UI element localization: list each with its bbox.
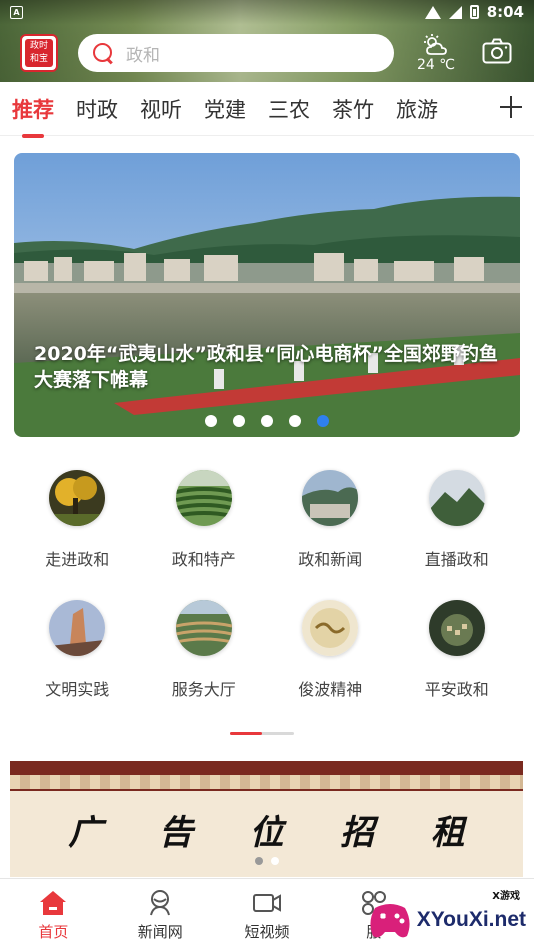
ad-char: 位 [249,813,284,853]
mountain-icon [428,470,485,526]
banner-title: 2020年“武夷山水”政和县“同心电商杯”全国郊野钓鱼大赛落下帷幕 [34,343,498,391]
wifi-icon [424,5,441,19]
ad-char: 广 [68,813,103,853]
watermark-text: XYouXi.net [416,908,526,931]
town-view-icon [302,470,359,526]
carousel-dot[interactable] [289,415,301,427]
grid-item-label: 政和新闻 [298,550,363,569]
grid-page-indicator [230,732,294,735]
nav-label: 新闻网 [137,923,183,941]
carousel-dot[interactable] [205,415,217,427]
video-icon [252,894,281,912]
signal-icon [448,5,462,19]
carousel-indicators [14,415,520,427]
ad-char: 招 [340,813,375,853]
app-header: 政时 和宝 政和 24 ℃ [0,24,534,82]
grid-item-label: 直播政和 [424,550,489,569]
tab-tourism[interactable]: 旅游 [396,94,438,124]
ad-dot-active[interactable] [254,857,263,865]
grid-item-label: 文明实践 [45,680,110,699]
camera-icon [482,38,512,64]
tab-politics[interactable]: 时政 [76,94,118,124]
grid-item-safe-zhenghe[interactable]: 平安政和 [394,600,521,700]
grid-item-civilization[interactable]: 文明实践 [14,600,141,700]
grid-item-label: 平安政和 [424,680,489,699]
status-time: 8:04 [486,3,524,21]
nav-label: 短视频 [244,923,290,941]
carousel-dot[interactable] [233,415,245,427]
category-tabs: 推荐 时政 视听 党建 三农 茶竹 旅游 [0,82,534,138]
nav-short-video[interactable]: 短视频 [214,879,321,950]
notification-icon: A [10,5,23,19]
ad-indicators [10,857,523,865]
rock-peak-icon [49,600,106,656]
terrace-icon [175,600,232,656]
grid-item-walk-into-zhenghe[interactable]: 走进政和 [14,470,141,570]
status-bar: A 8:04 [0,0,534,24]
grid-item-label: 服务大厅 [171,680,236,699]
ad-char: 租 [430,813,465,853]
autumn-tree-icon [49,470,106,526]
app-logo[interactable]: 政时 和宝 [20,34,58,72]
tab-agriculture[interactable]: 三农 [268,94,310,124]
banner-carousel[interactable]: 2020年“武夷山水”政和县“同心电商杯”全国郊野钓鱼大赛落下帷幕 [14,153,520,437]
watermark: XYouXi.net [367,898,526,942]
ad-text: 广 告 位 招 租 [10,791,523,854]
gamepad-icon [370,904,410,938]
nav-label: 首页 [38,923,69,941]
carousel-dot-active[interactable] [317,415,329,427]
tea-field-icon [175,470,232,526]
tab-party[interactable]: 党建 [204,94,246,124]
ad-banner[interactable]: 广 告 位 招 租 [10,761,523,877]
logo-seal: 政时 和宝 [25,39,53,67]
grid-item-live[interactable]: 直播政和 [394,470,521,570]
weather-temp: 24 ℃ [417,56,455,73]
grid-item-service-hall[interactable]: 服务大厅 [141,600,268,700]
carousel-dot[interactable] [261,415,273,427]
tab-media[interactable]: 视听 [140,94,182,124]
ad-dot[interactable] [270,857,279,865]
ad-char: 告 [158,813,193,853]
grid-item-label: 俊波精神 [298,680,363,699]
grid-item-news[interactable]: 政和新闻 [267,470,394,570]
search-input[interactable]: 政和 [126,41,160,66]
grid-item-label: 政和特产 [171,550,236,569]
tab-recommend[interactable]: 推荐 [12,94,54,138]
camera-button[interactable] [482,38,512,68]
partly-cloudy-icon [424,33,447,55]
feature-grid: 走进政和 政和特产 政和新闻 直播政和 文明实践 服务大厅 俊波精神 平安政和 [14,470,520,700]
add-tab-icon[interactable] [500,96,522,118]
search-bar[interactable]: 政和 [78,34,394,72]
weather-widget[interactable]: 24 ℃ [416,33,456,73]
home-icon [40,891,67,915]
nav-home[interactable]: 首页 [0,879,107,950]
tab-tea-bamboo[interactable]: 茶竹 [332,94,374,124]
village-icon [428,600,485,656]
news-icon [150,890,171,916]
grid-item-junbo-spirit[interactable]: 俊波精神 [267,600,394,700]
calligraphy-icon [302,600,359,656]
grid-item-label: 走进政和 [45,550,110,569]
battery-icon [469,5,479,19]
nav-news[interactable]: 新闻网 [107,879,214,950]
search-icon [92,42,114,64]
banner-image [14,153,520,437]
grid-item-specialties[interactable]: 政和特产 [141,470,268,570]
